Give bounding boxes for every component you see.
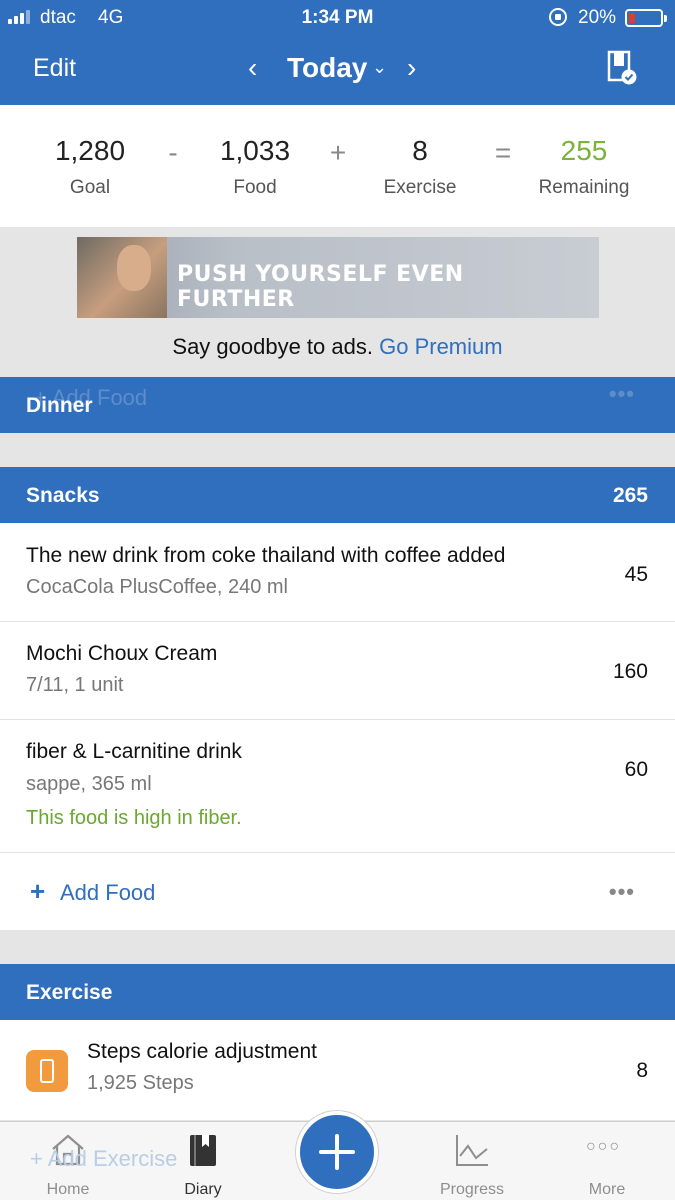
- exercise-value: 8: [412, 135, 428, 166]
- remaining-stat: 255 Remaining: [514, 135, 654, 199]
- food-label: Food: [233, 177, 277, 198]
- tab-more-label: More: [588, 1181, 626, 1198]
- phone-icon: [26, 1050, 68, 1092]
- food-item-calories: 60: [624, 758, 648, 781]
- food-item-row[interactable]: The new drink from coke thailand with co…: [0, 523, 675, 622]
- food-item-detail: sappe, 365 ml: [26, 773, 152, 795]
- chevron-down-icon[interactable]: ⌄: [372, 57, 387, 78]
- ad-area: PUSH YOURSELF EVEN FURTHER Say goodbye t…: [0, 227, 675, 377]
- goal-value: 1,280: [54, 135, 126, 166]
- ad-photo: [77, 237, 167, 318]
- food-item-name: Mochi Choux Cream: [26, 642, 218, 665]
- goal-label: Goal: [69, 177, 111, 198]
- exercise-item-detail: 1,925 Steps: [87, 1072, 194, 1094]
- chevron-right-icon[interactable]: ›: [407, 52, 416, 84]
- battery-level: [629, 13, 635, 23]
- rotation-lock-icon: [549, 8, 567, 26]
- ad-removal-note: Say goodbye to ads. Go Premium: [0, 334, 675, 360]
- exercise-item-name: Steps calorie adjustment: [87, 1040, 317, 1063]
- status-bar: dtac 4G 1:34 PM 20%: [0, 0, 675, 36]
- quick-add-button[interactable]: [296, 1111, 378, 1193]
- exercise-stat: 8 Exercise: [350, 135, 490, 199]
- exercise-add-ghost: + Add Exercise: [30, 1146, 178, 1171]
- add-food-button[interactable]: Add Food: [60, 880, 155, 906]
- snacks-header: Snacks 265: [0, 467, 675, 523]
- remaining-label: Remaining: [538, 177, 630, 198]
- exercise-label: Exercise: [383, 177, 457, 198]
- exercise-item-calories: 8: [636, 1059, 648, 1082]
- food-item-row[interactable]: fiber & L-carnitine drink sappe, 365 ml …: [0, 720, 675, 853]
- exercise-header: Exercise: [0, 964, 675, 1020]
- diary-check-icon[interactable]: [607, 50, 637, 86]
- ad-banner[interactable]: PUSH YOURSELF EVEN FURTHER: [77, 237, 599, 318]
- food-item-calories: 45: [624, 563, 648, 586]
- dinner-more-ghost: •••: [608, 381, 635, 406]
- add-plus-icon[interactable]: +: [30, 876, 45, 907]
- ad-banner-text: PUSH YOURSELF EVEN FURTHER: [177, 262, 464, 312]
- dinner-header: + Add Food ••• Dinner: [0, 377, 675, 433]
- chevron-left-icon[interactable]: ‹: [248, 52, 257, 84]
- goal-stat: 1,280 Goal: [20, 135, 160, 199]
- remaining-value: 255: [560, 135, 608, 166]
- plus-operator: +: [329, 137, 347, 168]
- top-bar: dtac 4G 1:34 PM 20% Edit ‹ Today ⌄ ›: [0, 0, 675, 105]
- tab-more[interactable]: ○○○ More: [542, 1122, 672, 1200]
- snacks-more-button[interactable]: •••: [609, 879, 635, 905]
- snacks-add-food-row: + Add Food •••: [0, 853, 675, 930]
- battery-icon: [625, 9, 667, 27]
- ad-note-text: Say goodbye to ads.: [172, 334, 373, 359]
- progress-chart-icon: [456, 1135, 488, 1166]
- exercise-item-row[interactable]: Steps calorie adjustment 1,925 Steps 8: [0, 1020, 675, 1120]
- go-premium-link[interactable]: Go Premium: [379, 334, 502, 359]
- tab-progress[interactable]: Progress: [407, 1122, 537, 1200]
- food-item-detail: 7/11, 1 unit: [26, 674, 124, 696]
- food-item-name: The new drink from coke thailand with co…: [26, 544, 506, 567]
- food-stat: 1,033 Food: [185, 135, 325, 199]
- fiber-note: This food is high in fiber.: [26, 807, 242, 829]
- diary-icon: [190, 1135, 216, 1166]
- battery-percent: 20%: [578, 7, 617, 28]
- minus-operator: -: [168, 137, 178, 168]
- tab-home-label: Home: [46, 1181, 90, 1198]
- status-time: 1:34 PM: [301, 7, 374, 28]
- more-dots-icon: ○○○: [586, 1138, 621, 1155]
- snacks-title: Snacks: [26, 484, 100, 507]
- snacks-total: 265: [612, 484, 648, 507]
- food-item-row[interactable]: Mochi Choux Cream 7/11, 1 unit 160: [0, 622, 675, 720]
- food-item-detail: CocaCola PlusCoffee, 240 ml: [26, 576, 288, 598]
- food-item-name: fiber & L-carnitine drink: [26, 740, 242, 763]
- date-selector[interactable]: Today: [287, 52, 367, 84]
- calorie-summary[interactable]: 1,280 Goal - 1,033 Food + 8 Exercise = 2…: [0, 105, 675, 227]
- exercise-title: Exercise: [26, 981, 113, 1004]
- tab-diary-label: Diary: [184, 1181, 222, 1198]
- edit-button[interactable]: Edit: [33, 54, 76, 83]
- tab-progress-label: Progress: [439, 1181, 505, 1198]
- food-value: 1,033: [219, 135, 291, 166]
- dinner-title: Dinner: [26, 394, 93, 417]
- food-item-calories: 160: [612, 660, 648, 683]
